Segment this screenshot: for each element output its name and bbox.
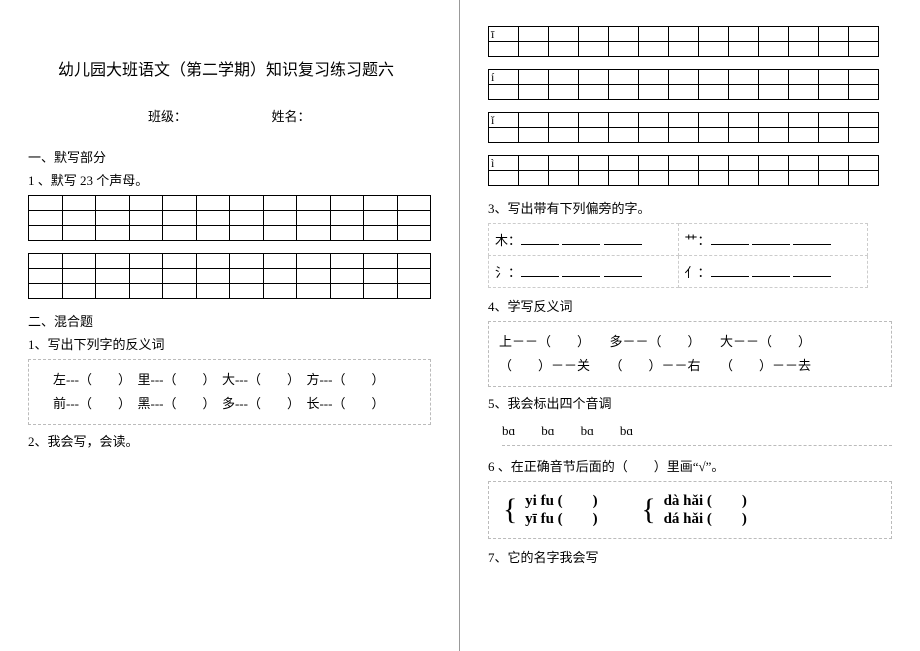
radical-cell: 木： (489, 224, 679, 256)
q7-text: 7、它的名字我会写 (488, 547, 892, 566)
pinyin-cell: ì (489, 156, 519, 171)
pinyin-grid-4: ì (488, 155, 879, 186)
q6-text: 6 、在正确音节后面的（ ）里画“√”。 (488, 456, 892, 475)
pinyin-cell: ǐ (489, 113, 519, 128)
pinyin-option: yī fu ( ) (525, 510, 598, 528)
q4-text: 4、学写反义词 (488, 296, 892, 315)
q5-text: 5、我会标出四个音调 (488, 393, 892, 412)
antonym-box-2: 上－－（ ） 多－－（ ） 大－－（ ） （ ）－－关 （ ）－－右 （ ）－－… (488, 321, 892, 387)
q2-1-text: 1、写出下列字的反义词 (28, 334, 431, 353)
pinyin-option: dà hǎi ( ) (664, 492, 747, 510)
pinyin-cell: ī (489, 27, 519, 42)
antonym-box-1: 左---（ ） 里---（ ） 大---（ ） 方---（ ） 前---（ ） … (28, 359, 431, 425)
meta-row: 班级： 姓名： (148, 106, 431, 125)
section-2-heading: 二、混合题 (28, 311, 431, 330)
pinyin-choice-box: { yi fu ( ) yī fu ( ) { dà hǎi ( ) dá hǎ… (488, 481, 892, 539)
radical-cell: 亻： (678, 256, 868, 288)
worksheet-title: 幼儿园大班语文（第二学期）知识复习练习题六 (58, 56, 431, 80)
pinyin-grid-3: ǐ (488, 112, 879, 143)
brace-icon: { (641, 495, 655, 525)
name-label: 姓名： (272, 106, 311, 125)
pinyin-grid-1: ī (488, 26, 879, 57)
section-1-heading: 一、默写部分 (28, 147, 431, 166)
q2-2-text: 2、我会写，会读。 (28, 431, 431, 450)
radical-cell: 艹： (678, 224, 868, 256)
writing-grid-1 (28, 195, 431, 241)
radical-cell: 氵： (489, 256, 679, 288)
antonym2-line-1: 上－－（ ） 多－－（ ） 大－－（ ） (499, 330, 881, 354)
q5-tones: bɑ bɑ bɑ bɑ (502, 418, 892, 446)
pinyin-option: dá hǎi ( ) (664, 510, 747, 528)
class-label: 班级： (148, 106, 187, 125)
writing-grid-2 (28, 253, 431, 299)
q1-text: 1 、默写 23 个声母。 (28, 170, 431, 189)
pinyin-option: yi fu ( ) (525, 492, 598, 510)
pinyin-grid-2: í (488, 69, 879, 100)
antonym-line-1: 左---（ ） 里---（ ） 大---（ ） 方---（ ） (53, 368, 420, 392)
pinyin-cell: í (489, 70, 519, 85)
brace-icon: { (503, 495, 517, 525)
antonym-line-2: 前---（ ） 黑---（ ） 多---（ ） 长---（ ） (53, 392, 420, 416)
radical-table: 木： 艹： 氵： 亻： (488, 223, 868, 288)
q3-text: 3、写出带有下列偏旁的字。 (488, 198, 892, 217)
antonym2-line-2: （ ）－－关 （ ）－－右 （ ）－－去 (499, 354, 881, 378)
